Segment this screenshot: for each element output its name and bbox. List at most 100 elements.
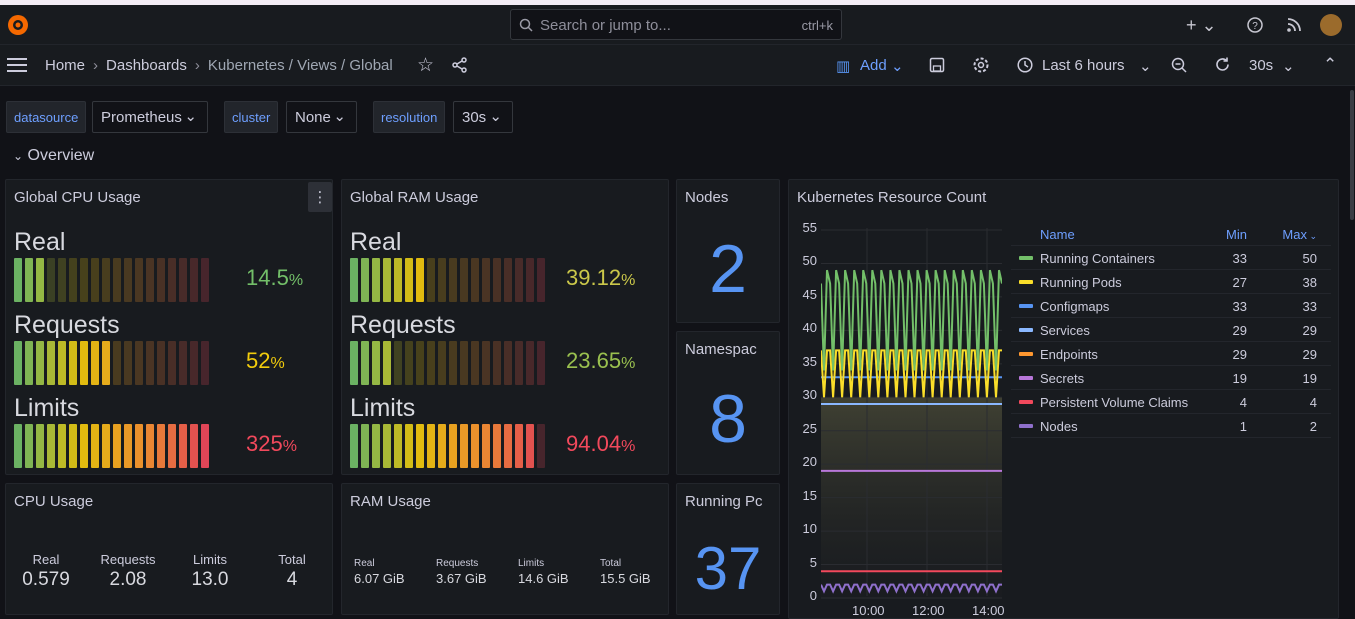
plus-icon[interactable]: + ⌄	[1186, 15, 1217, 36]
top-bar: Search or jump to... ctrl+k + ⌄ ?	[0, 5, 1355, 45]
legend-header-max[interactable]: Max ⌄	[1282, 227, 1317, 242]
legend-name: Services	[1040, 323, 1090, 338]
star-icon[interactable]: ☆	[417, 54, 434, 77]
legend-min: 1	[1239, 419, 1247, 434]
menu-icon[interactable]	[7, 58, 27, 72]
y-tick-label: 55	[802, 220, 817, 235]
legend-item[interactable]: Persistent Volume Claims 4 4	[1011, 390, 1331, 414]
gauge-number: 52	[246, 348, 271, 373]
gauge-number: 14.5	[246, 265, 289, 290]
row-overview[interactable]: ⌄ Overview	[13, 147, 94, 165]
gauge-cell	[25, 341, 33, 385]
legend-item[interactable]: Running Containers 33 50	[1011, 246, 1331, 270]
panel-nodes: Nodes 2	[676, 179, 780, 323]
legend-item[interactable]: Services 29 29	[1011, 318, 1331, 342]
stat-limits: Limits 14.6 GiB	[518, 558, 569, 586]
gauge-cell	[361, 258, 369, 302]
gauge-cell	[427, 424, 435, 468]
gauge-cell	[416, 341, 424, 385]
legend-item[interactable]: Running Pods 27 38	[1011, 270, 1331, 294]
gauge-cell	[47, 341, 55, 385]
stat-label: Limits	[518, 558, 545, 569]
legend-item[interactable]: Nodes 1 2	[1011, 414, 1331, 438]
legend-name: Endpoints	[1040, 347, 1098, 362]
gauge-value: 23.65%	[566, 348, 635, 374]
gauge-cell	[168, 258, 176, 302]
gauge-cell	[482, 258, 490, 302]
breadcrumb-separator: ›	[194, 57, 200, 74]
gauge-cell	[36, 258, 44, 302]
breadcrumb-dashboards[interactable]: Dashboards	[106, 57, 187, 74]
gauge-cell	[449, 424, 457, 468]
refresh-interval-picker[interactable]: 30s	[1249, 57, 1273, 74]
gauge-cell	[146, 258, 154, 302]
gauge-cell	[201, 258, 209, 302]
avatar[interactable]	[1320, 14, 1342, 36]
help-icon[interactable]: ?	[1247, 17, 1263, 33]
stat-total: Total 4	[260, 552, 324, 591]
timeseries-chart[interactable]	[821, 228, 1002, 600]
gear-icon[interactable]	[972, 56, 990, 74]
gauge-cell	[394, 258, 402, 302]
panel-ram-usage: RAM Usage Real 6.07 GiB Requests 3.67 GiB …	[341, 483, 669, 615]
legend-item[interactable]: Secrets 19 19	[1011, 366, 1331, 390]
legend-swatch	[1019, 424, 1033, 428]
grafana-logo-icon[interactable]	[6, 13, 30, 37]
legend-max: 4	[1309, 395, 1317, 410]
time-range-picker[interactable]: Last 6 hours	[1042, 57, 1125, 74]
x-tick-label: 12:00	[912, 603, 945, 618]
gauge-cell	[25, 258, 33, 302]
gauge-cell	[190, 258, 198, 302]
gauge-cell	[58, 258, 66, 302]
var-label-datasource: datasource	[6, 101, 87, 133]
add-button[interactable]: Add	[860, 57, 887, 74]
legend-min: 29	[1232, 347, 1247, 362]
gauge-cell	[113, 424, 121, 468]
panel-menu-icon[interactable]: ⋮	[308, 182, 332, 212]
var-select-cluster[interactable]: None ⌄	[286, 101, 357, 133]
search-input[interactable]: Search or jump to... ctrl+k	[510, 9, 842, 40]
var-value-cluster: None	[295, 109, 331, 126]
gauge-number: 23.65	[566, 348, 622, 373]
zoom-out-icon[interactable]	[1171, 57, 1187, 73]
share-icon[interactable]	[452, 57, 468, 73]
legend-min: 33	[1232, 299, 1247, 314]
chevron-down-icon: ⌄	[13, 149, 24, 163]
legend-item[interactable]: Configmaps 33 33	[1011, 294, 1331, 318]
gauge-cell	[80, 258, 88, 302]
panel-title: Global RAM Usage	[350, 189, 479, 206]
page-scrollbar[interactable]	[1350, 90, 1354, 220]
gauge-cell	[460, 424, 468, 468]
gauge-cell	[201, 424, 209, 468]
var-select-resolution[interactable]: 30s ⌄	[453, 101, 513, 133]
legend-header-min[interactable]: Min	[1226, 227, 1247, 242]
save-icon[interactable]	[929, 57, 945, 73]
gauge-cell	[515, 341, 523, 385]
gauge-cell	[449, 341, 457, 385]
gauge-unit: %	[270, 355, 285, 372]
legend-name: Secrets	[1040, 371, 1085, 386]
var-select-datasource[interactable]: Prometheus ⌄	[92, 101, 208, 133]
refresh-icon[interactable]	[1214, 56, 1231, 73]
gauge-cell	[493, 341, 501, 385]
legend-min: 33	[1232, 251, 1247, 266]
legend-header: Name Min Max ⌄	[1011, 222, 1331, 246]
gauge-cell	[416, 258, 424, 302]
breadcrumb-home[interactable]: Home	[45, 57, 85, 74]
legend-name: Running Containers	[1040, 251, 1155, 266]
legend-min: 19	[1232, 371, 1247, 386]
panel-namespaces: Namespac 8	[676, 331, 780, 475]
legend-item[interactable]: Endpoints 29 29	[1011, 342, 1331, 366]
news-feed-icon[interactable]	[1286, 17, 1302, 33]
legend-max: 50	[1302, 251, 1317, 266]
bar-gauge	[14, 341, 209, 385]
chevron-down-icon: ⌄	[333, 108, 346, 125]
gauge-label: Real	[14, 228, 66, 256]
legend-header-name[interactable]: Name	[1040, 227, 1075, 242]
gauge-cell	[124, 341, 132, 385]
collapse-icon[interactable]: ⌃	[1323, 55, 1337, 75]
gauge-cell	[36, 341, 44, 385]
bar-gauge	[14, 424, 209, 468]
gauge-label: Limits	[14, 394, 80, 422]
gauge-unit: %	[288, 272, 304, 289]
